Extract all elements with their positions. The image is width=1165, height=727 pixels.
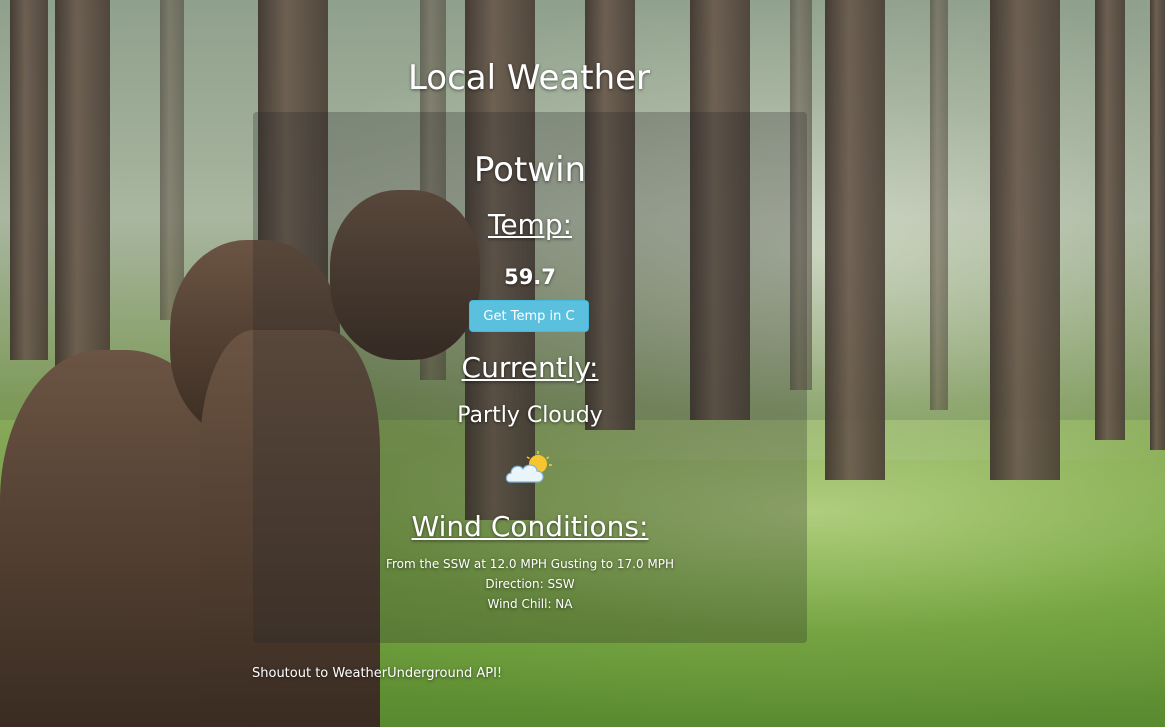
wind-summary: From the SSW at 12.0 MPH Gusting to 17.0… — [385, 557, 675, 571]
tree-trunk — [55, 0, 110, 380]
currently-heading: Currently: — [461, 351, 599, 384]
api-credit: Shoutout to WeatherUnderground API! — [252, 666, 503, 681]
wind-chill: Wind Chill: NA — [487, 597, 573, 611]
tree-trunk — [1150, 0, 1165, 450]
get-temp-celsius-button[interactable]: Get Temp in C — [469, 300, 589, 332]
tree-trunk — [10, 0, 48, 360]
temp-value: 59.7 — [504, 265, 556, 289]
wind-direction: Direction: SSW — [485, 577, 575, 591]
tree-trunk — [1095, 0, 1125, 440]
weather-condition: Partly Cloudy — [457, 403, 603, 428]
page-title: Local Weather — [407, 58, 651, 98]
city-name: Potwin — [473, 150, 587, 190]
partly-cloudy-icon — [505, 451, 552, 483]
temp-heading: Temp: — [487, 208, 573, 241]
wind-heading: Wind Conditions: — [411, 510, 649, 543]
tree-trunk — [160, 0, 184, 320]
